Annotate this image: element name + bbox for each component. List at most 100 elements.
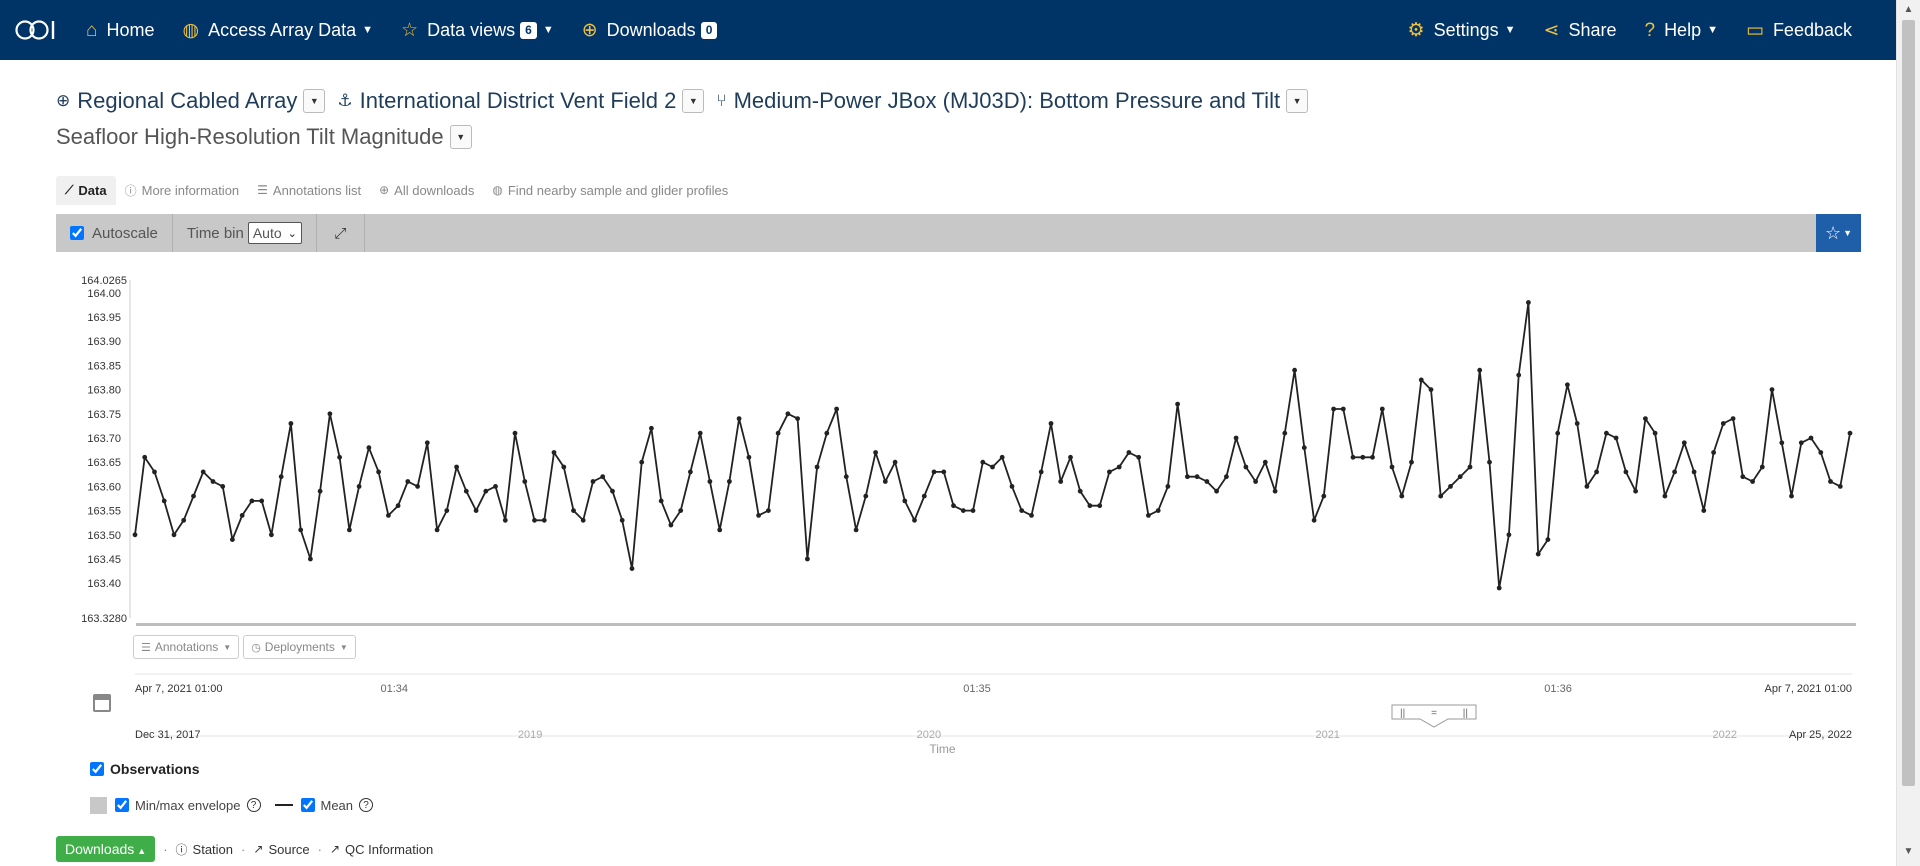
source-link[interactable]: ↗ Source (253, 842, 309, 857)
nav-help[interactable]: ? Help ▼ (1630, 0, 1732, 60)
external-link-icon: ↗ (253, 842, 264, 856)
nav-downloads-label: Downloads (606, 19, 696, 40)
nav-share[interactable]: ⋖ Share (1530, 0, 1631, 60)
data-point (142, 454, 148, 460)
node-dropdown-button[interactable]: ▼ (1286, 89, 1309, 113)
data-point (1487, 459, 1492, 465)
data-point (1438, 493, 1444, 499)
time-bin-value: Auto (252, 225, 282, 241)
nav-downloads[interactable]: ⊕ Downloads 0 (568, 0, 732, 60)
mean-series-line (134, 301, 1851, 589)
nav-home[interactable]: ⌂ Home (72, 0, 169, 60)
y-tick-label: 163.45 (87, 554, 121, 566)
data-point (853, 527, 859, 533)
data-point (317, 488, 323, 494)
site-dropdown-button[interactable]: ▼ (682, 89, 705, 113)
data-point (1048, 421, 1054, 426)
series-legend: Observations Min/max envelope ? Mean ? (90, 757, 374, 817)
deployments-dropdown[interactable]: ◷ Deployments ▼ (243, 635, 356, 659)
navigator-start-label: Dec 31, 2017 (135, 729, 200, 741)
nav-settings[interactable]: ⚙ Settings ▼ (1394, 0, 1530, 60)
autoscale-checkbox[interactable] (70, 226, 84, 240)
tab-find-nearby-label: Find nearby sample and glider profiles (507, 182, 729, 198)
data-point (210, 479, 216, 484)
station-link[interactable]: ⓘ Station (176, 841, 234, 858)
data-point (1759, 464, 1765, 470)
data-point (1409, 459, 1414, 465)
y-tick-label: 163.65 (87, 457, 121, 469)
observations-row[interactable]: Observations (90, 757, 373, 781)
ooi-logo[interactable] (0, 0, 72, 60)
data-point (1740, 474, 1746, 480)
mean-checkbox[interactable] (300, 798, 315, 812)
navigator-tick-label: 2022 (1713, 729, 1737, 741)
data-point (561, 464, 567, 470)
tilt-magnitude-chart[interactable]: 164.0265 163.3280 164.00 163.95 163.90 163.85… (56, 262, 1866, 762)
expand-control[interactable]: ⤢ (317, 214, 365, 252)
scroll-down-arrow-icon[interactable]: ▼ (1897, 846, 1920, 864)
tab-more-information[interactable]: ⓘ More information (116, 175, 249, 206)
nav-data-views[interactable]: ☆ Data views 6 ▼ (387, 0, 568, 60)
navigator-tick-label: 2021 (1315, 729, 1339, 741)
data-point (931, 469, 937, 475)
scroll-thumb[interactable] (1902, 20, 1915, 786)
data-point (863, 493, 869, 499)
data-point (1418, 377, 1424, 383)
data-point (1340, 406, 1346, 412)
envelope-checkbox[interactable] (115, 798, 129, 812)
crumb-site: ⚓ International District Vent Field 2 ▼ (337, 88, 705, 114)
array-dropdown-button[interactable]: ▼ (303, 89, 326, 113)
download-icon: ⊕ (581, 19, 598, 41)
data-point (132, 532, 138, 538)
navigator-tick-label: 2020 (917, 729, 941, 741)
tab-find-nearby[interactable]: ◍ Find nearby sample and glider profiles (483, 176, 737, 205)
data-point (1292, 367, 1297, 373)
tab-all-downloads[interactable]: ⊕ All downloads (370, 176, 483, 205)
data-point (1750, 479, 1755, 484)
instrument-dropdown-button[interactable]: ▼ (449, 125, 472, 149)
data-point (376, 469, 381, 475)
data-point (1837, 484, 1843, 489)
autoscale-control[interactable]: Autoscale (56, 214, 173, 252)
source-link-label: Source (268, 841, 310, 857)
star-icon: ☆ (1824, 222, 1842, 243)
annotations-dropdown[interactable]: ☰ Annotations ▼ (133, 635, 240, 659)
data-point (1224, 474, 1229, 480)
data-point (463, 488, 469, 494)
tab-annotations-list[interactable]: ☰ Annotations list (248, 176, 370, 205)
data-point (1301, 445, 1307, 451)
downloads-count-badge: 0 (700, 21, 718, 39)
caret-up-icon: ▲ (137, 846, 147, 856)
favorite-button[interactable]: ☆ ▼ (1816, 214, 1861, 252)
data-point (1818, 450, 1824, 455)
data-point (1798, 440, 1804, 446)
observations-label: Observations (110, 761, 200, 777)
breadcrumb-line-1: ⊕ Regional Cabled Array ▼ ⚓ Internationa… (56, 86, 1840, 116)
question-icon[interactable]: ? (246, 798, 261, 812)
data-point (1253, 479, 1258, 484)
nav-access-array-data[interactable]: ◍ Access Array Data ▼ (169, 0, 388, 60)
qc-information-link[interactable]: ↗ QC Information (330, 842, 433, 857)
question-icon[interactable]: ? (359, 798, 374, 812)
data-point (1214, 488, 1219, 494)
nav-feedback[interactable]: ▭ Feedback (1732, 0, 1866, 60)
time-bin-control: Time bin Auto ⌄ (173, 214, 317, 252)
data-point (1029, 513, 1034, 518)
data-point (785, 411, 791, 417)
observations-checkbox[interactable] (90, 762, 104, 776)
data-point (522, 479, 528, 484)
page-scrollbar[interactable]: ▲ ▼ (1896, 0, 1920, 866)
nav-settings-label: Settings (1433, 19, 1499, 40)
info-icon: ⓘ (124, 183, 137, 198)
info-icon: ⓘ (175, 842, 188, 857)
data-point (1457, 474, 1463, 480)
time-bin-select[interactable]: Auto ⌄ (247, 222, 302, 244)
data-point (960, 508, 966, 513)
tab-data[interactable]: ⟋ Data (56, 175, 116, 205)
downloads-button[interactable]: Downloads ▲ (56, 836, 156, 862)
data-point (1243, 464, 1249, 470)
data-point (1535, 551, 1541, 557)
data-point (717, 527, 723, 533)
mean-label: Mean (320, 797, 354, 813)
mean-line-swatch (274, 804, 293, 806)
